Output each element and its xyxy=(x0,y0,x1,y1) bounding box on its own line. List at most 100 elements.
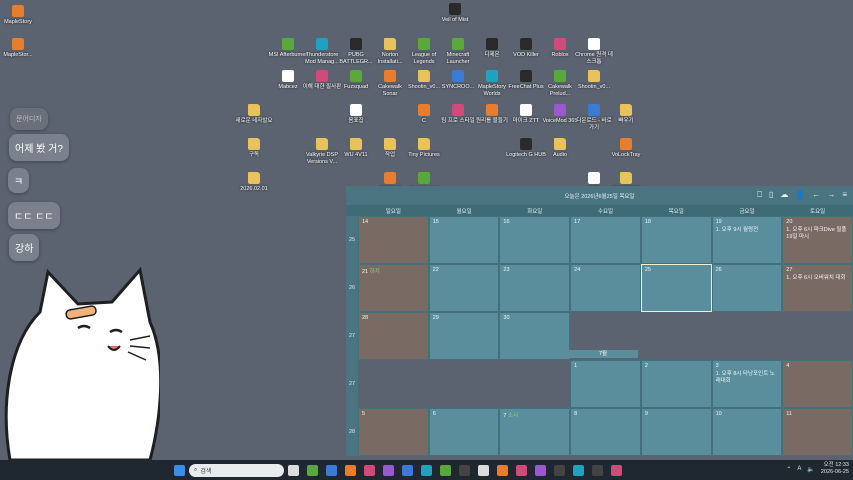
desktop-icon[interactable]: Veil of Mist xyxy=(435,3,475,24)
desktop-icon[interactable]: 구독 xyxy=(234,138,274,159)
desktop-icon[interactable]: MapleStory xyxy=(0,5,38,26)
app-icon xyxy=(350,70,362,82)
day-number: 26 xyxy=(715,267,722,273)
phone-icon[interactable]: ▯ xyxy=(769,190,773,200)
calendar-day xyxy=(358,360,429,408)
menu-icon[interactable]: ≡ xyxy=(842,190,847,200)
taskbar-app-icon[interactable] xyxy=(535,464,546,476)
taskbar-app-icon[interactable] xyxy=(554,464,565,476)
calendar-day[interactable]: 14 xyxy=(358,216,429,264)
calendar-day[interactable]: 26 xyxy=(711,264,783,312)
desktop-icon-label: 새로운 네자발요 xyxy=(235,118,273,124)
calendar-day[interactable]: 3 1. 오후 8시 타낭포인트 노래대회 xyxy=(711,360,783,408)
taskbar-app-icon[interactable] xyxy=(478,464,489,476)
calendar-day[interactable]: 27 1. 오후 6시 오버워치 대회 xyxy=(782,264,853,312)
volume-icon[interactable]: 🔈 xyxy=(807,466,814,473)
taskbar-app-icon[interactable] xyxy=(592,464,603,476)
app-icon xyxy=(588,38,600,50)
calendar-day[interactable]: 22 xyxy=(428,264,500,312)
desktop-icon-label: Valkyrie DSP Versions V... xyxy=(306,152,338,165)
calendar-day[interactable]: 29 xyxy=(428,312,500,360)
calendar-day[interactable]: 11 xyxy=(782,408,853,456)
arrow-right-icon[interactable]: → xyxy=(827,190,835,200)
app-icon xyxy=(449,3,461,15)
user-icon[interactable]: 👤 xyxy=(795,190,805,200)
folder-icon xyxy=(248,138,260,150)
calendar-day[interactable]: 7 소서 xyxy=(499,408,571,456)
desktop-icon[interactable]: MapleStor... xyxy=(0,38,38,59)
calendar-day[interactable]: 9 xyxy=(640,408,712,456)
calendar-header: 오늘은 2026년6월25일 목요일 ⎕ ▯ ☁ 👤 ← → ≡ xyxy=(346,186,853,205)
chevron-up-icon[interactable]: ⌃ xyxy=(786,466,791,473)
calendar-day[interactable]: 8 xyxy=(570,408,641,456)
holiday-label: 하지 xyxy=(368,269,380,275)
taskbar-app-icon[interactable] xyxy=(516,464,527,476)
calendar-day[interactable]: 4 xyxy=(782,360,853,408)
lang-indicator[interactable]: A xyxy=(797,466,801,472)
taskbar-app-icon[interactable] xyxy=(402,464,413,476)
app-icon xyxy=(452,104,464,116)
clock[interactable]: 오전 12:33 2026-06-25 xyxy=(821,462,849,476)
folder-icon xyxy=(418,138,430,150)
calendar-event[interactable]: 1. 오후 9시 월령전 xyxy=(716,227,779,234)
calendar-day[interactable]: 10 xyxy=(711,408,783,456)
calendar-event[interactable]: 1. 오후 6시 오버워치 대회 xyxy=(786,275,849,282)
desktop-icon[interactable]: VoLockTray xyxy=(606,138,646,159)
app-icon xyxy=(384,70,396,82)
calendar-event[interactable]: 1. 오후 8시 타낭포인트 노래대회 xyxy=(716,371,779,385)
day-number: 3 xyxy=(715,363,719,369)
calendar-day[interactable]: 2 xyxy=(640,360,712,408)
calendar-day[interactable]: 28 xyxy=(358,312,429,360)
taskbar-app-icon[interactable] xyxy=(497,464,508,476)
taskbar-app-icon[interactable] xyxy=(307,464,318,476)
calendar-event[interactable]: 1. 오후 6시 파크Dive 필플19일 마시 xyxy=(786,227,849,241)
desktop-icon[interactable]: 새로운 네자발요 xyxy=(234,104,274,125)
taskbar-app-icon[interactable] xyxy=(573,464,584,476)
chat-bubble-3: ㄷㄷ ㄷㄷ xyxy=(8,202,60,229)
cloud-icon[interactable]: ☁ xyxy=(780,190,788,200)
calendar-day xyxy=(640,312,712,360)
calendar-day[interactable]: 17 xyxy=(570,216,641,264)
desktop-icon[interactable]: Audio xyxy=(540,138,580,159)
arrow-left-icon[interactable]: ← xyxy=(812,190,820,200)
taskbar-app-icon[interactable] xyxy=(364,464,375,476)
taskbar-app-icon[interactable] xyxy=(383,464,394,476)
calendar-day[interactable]: 16 xyxy=(499,216,571,264)
start-icon[interactable] xyxy=(174,464,185,476)
calendar-day[interactable]: 24 xyxy=(570,264,641,312)
calendar-day[interactable]: 21 하지 xyxy=(358,264,429,312)
calendar-day[interactable]: 25 xyxy=(640,264,712,312)
desktop-icon[interactable]: Shootin_v0... xyxy=(574,70,614,91)
app-icon xyxy=(520,38,532,50)
calendar-day[interactable]: 18 xyxy=(640,216,712,264)
taskbar-app-icon[interactable] xyxy=(421,464,432,476)
desktop-icon[interactable]: Tiny Pictures xyxy=(404,138,444,159)
desktop-icon-label: 2026.02.01 xyxy=(240,186,268,192)
calendar-day[interactable]: 30 xyxy=(499,312,571,360)
calendar-day[interactable]: 15 xyxy=(428,216,500,264)
calendar-day[interactable]: 23 xyxy=(499,264,571,312)
search-box[interactable]: ⌕ 검색 xyxy=(189,463,284,477)
taskbar-app-icon[interactable] xyxy=(326,464,337,476)
taskbar-app-icon[interactable] xyxy=(440,464,451,476)
calendar-day[interactable]: 19 1. 오후 9시 월령전 xyxy=(711,216,783,264)
taskbar-app-icon[interactable] xyxy=(611,464,622,476)
app-icon xyxy=(588,104,600,116)
widget-icon[interactable]: ⎕ xyxy=(757,190,762,200)
desktop-icon-label: Roblox xyxy=(551,52,569,58)
weekday-label: 화요일 xyxy=(527,208,543,215)
calendar-day[interactable]: 1 xyxy=(570,360,641,408)
desktop-icon[interactable]: 2026.02.01 xyxy=(234,172,274,193)
desktop-icon[interactable]: 음표집 xyxy=(336,104,376,125)
taskbar-app-icon[interactable] xyxy=(288,464,299,476)
day-number: 27 xyxy=(786,267,793,273)
calendar-day[interactable]: 5 xyxy=(358,408,429,456)
taskbar-app-icon[interactable] xyxy=(459,464,470,476)
week-number: 28 xyxy=(346,408,358,456)
calendar-day[interactable]: 6 xyxy=(428,408,500,456)
taskbar-app-icon[interactable] xyxy=(345,464,356,476)
day-number: 10 xyxy=(715,411,722,417)
desktop-icon[interactable]: Chrome 원격 데스크톱 xyxy=(574,38,614,65)
desktop-icon[interactable]: 빠우기 xyxy=(606,104,646,125)
calendar-day[interactable]: 20 1. 오후 6시 파크Dive 필플19일 마시 xyxy=(782,216,853,264)
